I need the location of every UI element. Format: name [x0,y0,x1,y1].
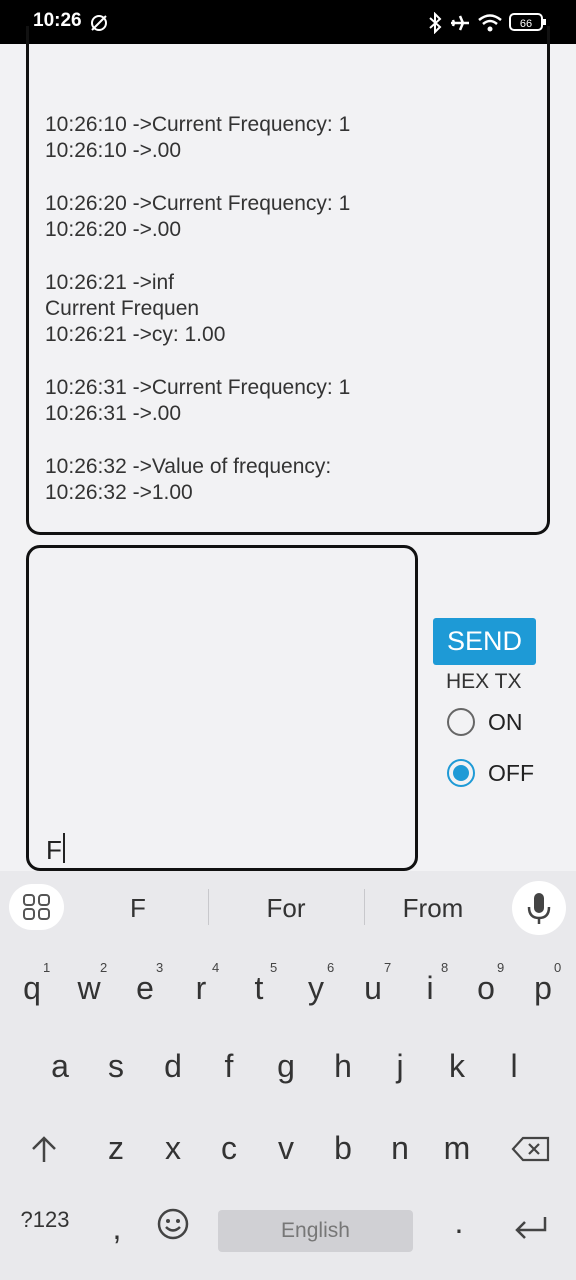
suggestion-divider [208,889,209,925]
key-a[interactable]: a [40,1048,80,1085]
symbols-key[interactable]: ?123 [5,1207,85,1233]
log-line: Current Frequen [45,297,200,321]
key-z[interactable]: z [96,1130,136,1167]
log-list: 10:26:10 ->Current Frequency: 1 10:26:10 … [45,112,350,506]
key-q[interactable]: q [12,970,52,1007]
key-hint-i: 8 [441,960,449,975]
send-button[interactable]: SEND [433,618,536,665]
key-v[interactable]: v [266,1130,306,1167]
log-line: 10:26:31 ->Current Frequency: 1 [45,375,351,399]
received-log-panel[interactable]: 10:26:10 ->Current Frequency: 1 10:26:10 … [26,26,550,535]
shift-key[interactable] [24,1132,64,1174]
suggestion-1[interactable]: F [63,893,213,924]
space-key[interactable]: English [218,1210,413,1252]
suggestion-3[interactable]: From [358,893,508,924]
key-hint-r: 4 [212,960,220,975]
enter-icon [515,1217,547,1239]
key-t[interactable]: t [239,970,279,1007]
key-n[interactable]: n [380,1130,420,1167]
grid-icon [23,894,50,920]
key-r[interactable]: r [181,970,221,1007]
key-hint-o: 9 [497,960,505,975]
radio-on[interactable] [447,708,475,736]
log-spacer [45,243,350,269]
enter-key[interactable] [507,1212,555,1249]
key-f[interactable]: f [209,1048,249,1085]
log-line: 10:26:21 ->inf [45,270,175,294]
soft-keyboard: ?123 , English . q1 w2 e3 r4 t5 y6 u7 i8 o9 p0 asd… [0,942,576,1280]
key-hint-e: 3 [156,960,164,975]
radio-off-label: OFF [488,759,534,786]
key-u[interactable]: u [353,970,393,1007]
key-j[interactable]: j [380,1048,420,1085]
message-input[interactable]: F [26,545,418,871]
key-x[interactable]: x [153,1130,193,1167]
log-line: 10:26:10 ->.00 [45,139,182,163]
period-key[interactable]: . [439,1204,479,1241]
keyboard-suggestion-bar: F For From [0,871,576,942]
key-l[interactable]: l [494,1048,534,1085]
emoji-icon [157,1208,189,1240]
key-d[interactable]: d [153,1048,193,1085]
key-hint-p: 0 [554,960,562,975]
backspace-key[interactable] [507,1134,555,1171]
key-y[interactable]: y [296,970,336,1007]
key-s[interactable]: s [96,1048,136,1085]
key-b[interactable]: b [323,1130,363,1167]
hex-tx-off-option[interactable]: OFF [447,759,534,787]
key-c[interactable]: c [209,1130,249,1167]
key-h[interactable]: h [323,1048,363,1085]
hex-tx-label: HEX TX [446,670,522,693]
log-spacer [45,349,350,375]
log-spacer [45,165,350,191]
key-e[interactable]: e [125,970,165,1007]
log-line: 10:26:20 ->.00 [45,218,182,242]
log-line: 10:26:20 ->Current Frequency: 1 [45,191,351,215]
radio-off[interactable] [447,759,475,787]
log-line: 10:26:10 ->Current Frequency: 1 [45,113,351,136]
log-line: 10:26:32 ->1.00 [45,481,193,505]
key-hint-t: 5 [270,960,278,975]
key-hint-q: 1 [43,960,51,975]
input-value: F [46,835,62,865]
key-g[interactable]: g [266,1048,306,1085]
radio-on-label: ON [488,708,523,735]
comma-key[interactable]: , [97,1210,137,1247]
key-m[interactable]: m [437,1130,477,1167]
hex-tx-on-option[interactable]: ON [447,708,523,736]
key-k[interactable]: k [437,1048,477,1085]
voice-input-button[interactable] [512,881,566,935]
key-hint-w: 2 [100,960,108,975]
microphone-icon [527,893,551,924]
key-i[interactable]: i [410,970,450,1007]
log-line: 10:26:31 ->.00 [45,402,182,426]
log-line: 10:26:21 ->cy: 1.00 [45,323,226,347]
key-w[interactable]: w [69,970,109,1007]
key-hint-u: 7 [384,960,392,975]
backspace-icon [511,1136,550,1162]
log-spacer [45,428,350,454]
suggestion-2[interactable]: For [211,893,361,924]
text-cursor [62,833,65,863]
log-line: 10:26:32 ->Value of frequency: [45,454,332,478]
emoji-key[interactable] [150,1206,196,1250]
apps-grid-button[interactable] [9,884,64,930]
key-o[interactable]: o [466,970,506,1007]
key-p[interactable]: p [523,970,563,1007]
key-hint-y: 6 [327,960,335,975]
shift-arrow-icon [32,1136,56,1162]
